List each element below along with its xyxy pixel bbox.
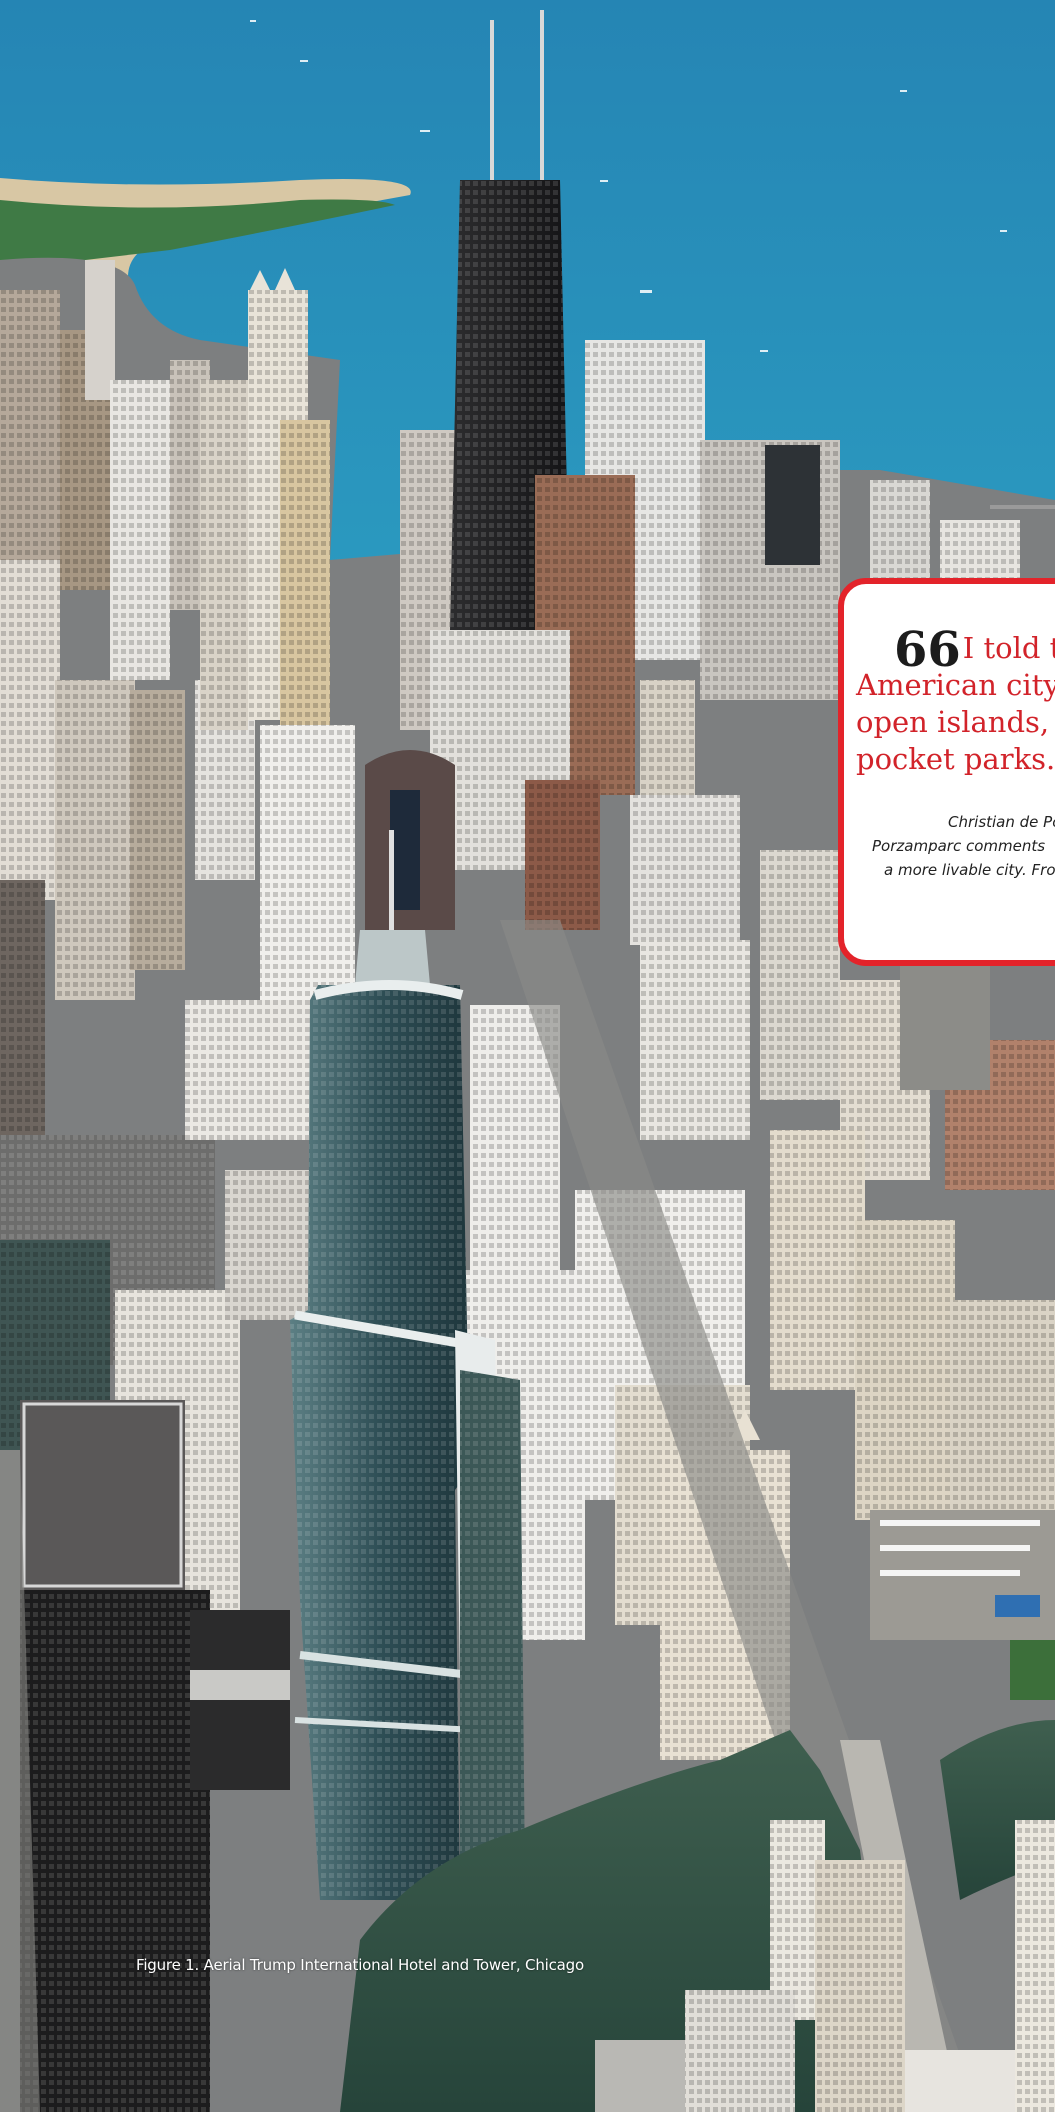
pull-quote-text: 66I told them American city, t open isla… [856, 626, 1055, 778]
figure-caption: Figure 1. Aerial Trump International Hot… [136, 1956, 584, 1974]
quote-line-1: I told them [962, 631, 1055, 665]
quote-attribution: Christian de Po Porzamparc comments a mo… [856, 810, 1055, 882]
attribution-line-2: Porzamparc comments [872, 837, 1046, 855]
quote-line-3: open islands, ke [856, 705, 1055, 739]
quote-line-2: American city, t [856, 668, 1055, 702]
quote-line-4: pocket parks. [856, 742, 1055, 776]
attribution-line-3: a more livable city. Fron [884, 861, 1055, 879]
aerial-city-illustration [0, 0, 1055, 2112]
aerial-photo [0, 0, 1055, 2112]
attribution-line-1: Christian de Po [948, 813, 1055, 831]
pull-quote-box: 66I told them American city, t open isla… [838, 578, 1055, 966]
